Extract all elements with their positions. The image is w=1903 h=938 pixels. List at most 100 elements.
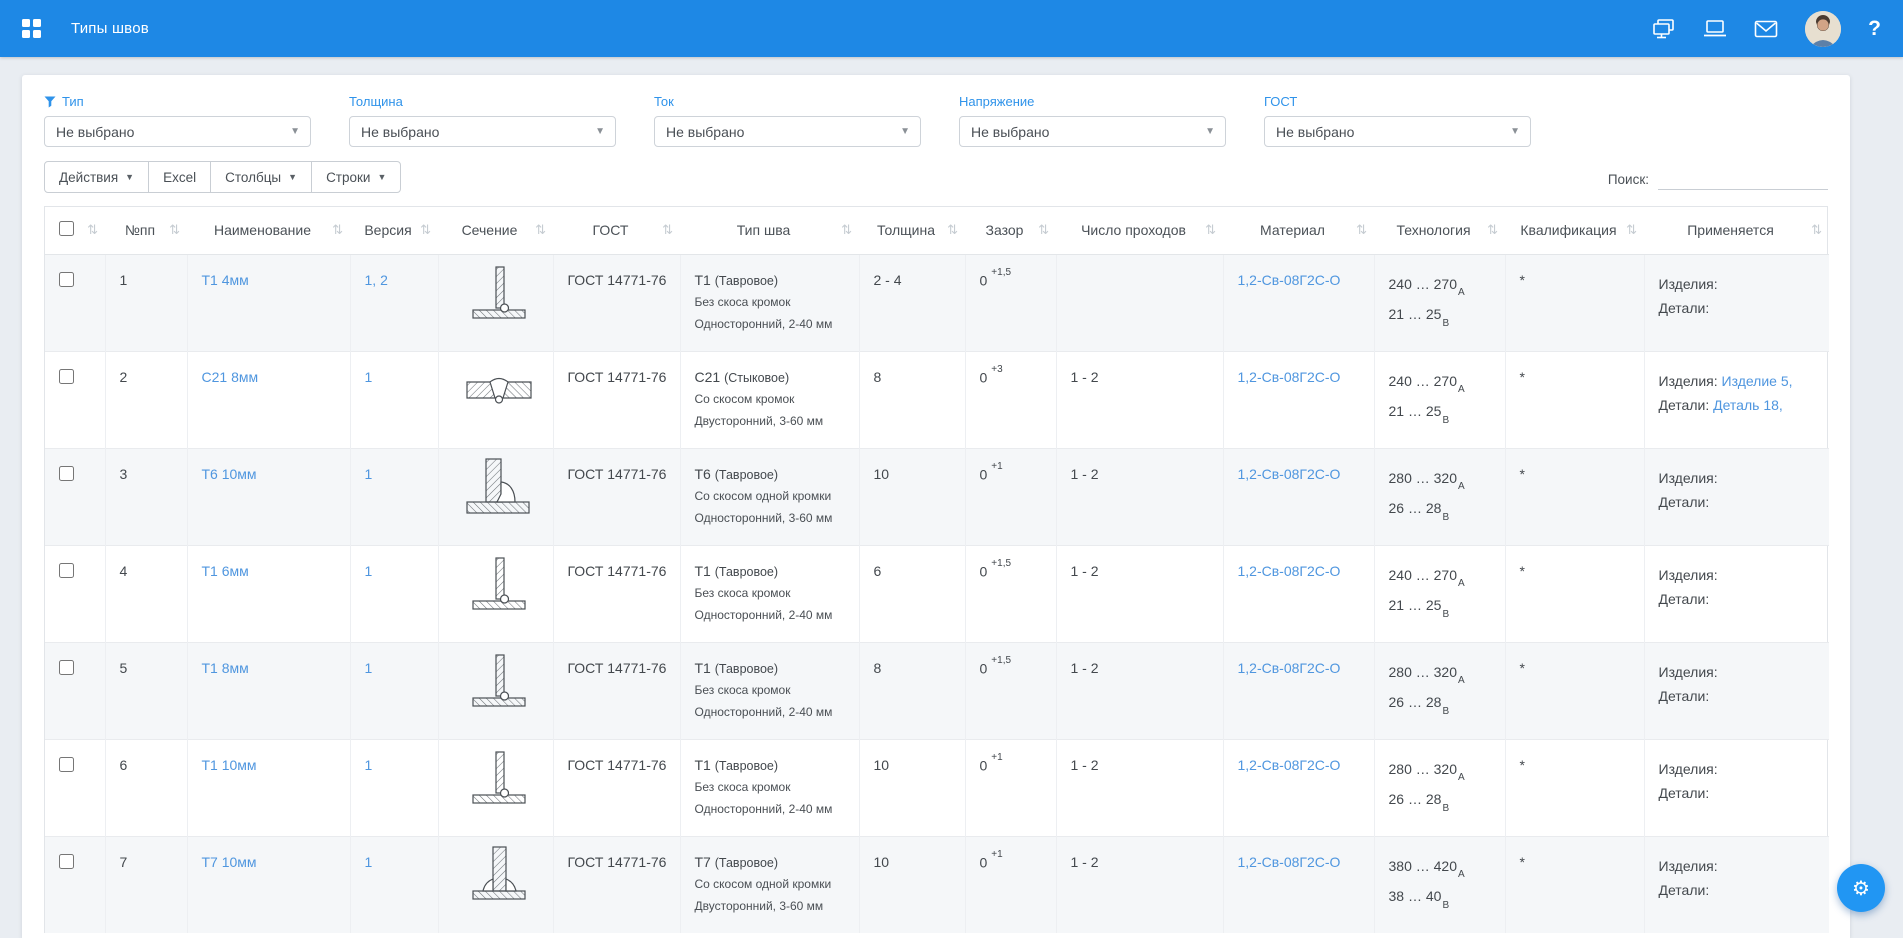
sort-icon[interactable]: ⇅ <box>332 222 343 238</box>
gap-value: 0 <box>980 466 988 482</box>
gap-value: 0 <box>980 757 988 773</box>
settings-fab-button[interactable]: ⚙ <box>1837 864 1885 912</box>
seam-name-link[interactable]: Т7 10мм <box>202 854 257 870</box>
row-checkbox[interactable] <box>59 757 74 772</box>
search-input[interactable] <box>1658 168 1828 190</box>
column-version[interactable]: Версия⇅ <box>350 207 438 254</box>
material-link[interactable]: 1,2-Св-08Г2С-О <box>1238 369 1341 385</box>
sort-icon[interactable]: ⇅ <box>1205 222 1216 238</box>
chevron-down-icon: ▼ <box>288 172 297 182</box>
column-passes[interactable]: Число проходов⇅ <box>1056 207 1223 254</box>
sort-icon[interactable]: ⇅ <box>841 222 852 238</box>
funnel-icon <box>44 96 56 108</box>
qualification-value: * <box>1505 545 1644 642</box>
current-unit: А <box>1458 481 1465 492</box>
column-weld-type[interactable]: Тип шва⇅ <box>680 207 859 254</box>
version-link[interactable]: 1 <box>365 466 373 482</box>
table-row: 4 Т1 6мм 1 ГОСТ 14771-76 Т1 (Тавровое) Б… <box>45 545 1829 642</box>
material-link[interactable]: 1,2-Св-08Г2С-О <box>1238 854 1341 870</box>
column-material[interactable]: Материал⇅ <box>1223 207 1374 254</box>
weld-kind: (Тавровое) <box>715 856 778 870</box>
version-link[interactable]: 1, 2 <box>365 272 388 288</box>
filter-current-select[interactable]: Не выбрано▼ <box>654 116 921 147</box>
sort-icon[interactable]: ⇅ <box>947 222 958 238</box>
seam-name-link[interactable]: Т1 10мм <box>202 757 257 773</box>
current-range: 280 … 320 <box>1389 470 1458 486</box>
material-link[interactable]: 1,2-Св-08Г2С-О <box>1238 757 1341 773</box>
version-link[interactable]: 1 <box>365 854 373 870</box>
sort-icon[interactable]: ⇅ <box>87 222 98 238</box>
version-link[interactable]: 1 <box>365 369 373 385</box>
sort-icon[interactable]: ⇅ <box>1487 222 1498 238</box>
column-technology[interactable]: Технология⇅ <box>1374 207 1505 254</box>
voltage-range: 21 … 25 <box>1389 306 1442 322</box>
apps-grid-icon[interactable] <box>22 19 41 38</box>
column-applies[interactable]: Применяется⇅ <box>1644 207 1829 254</box>
sort-icon[interactable]: ⇅ <box>420 222 431 238</box>
filter-thickness-select[interactable]: Не выбрано▼ <box>349 116 616 147</box>
gost-value: ГОСТ 14771-76 <box>553 448 680 545</box>
current-unit: А <box>1458 675 1465 686</box>
row-checkbox[interactable] <box>59 466 74 481</box>
sort-icon[interactable]: ⇅ <box>662 222 673 238</box>
filters-row: Тип Не выбрано▼ Толщина Не выбрано▼ Ток … <box>44 94 1828 147</box>
sort-icon[interactable]: ⇅ <box>169 222 180 238</box>
row-checkbox[interactable] <box>59 272 74 287</box>
weld-code: Т1 <box>695 660 711 676</box>
column-num[interactable]: №пп⇅ <box>105 207 187 254</box>
displays-icon[interactable] <box>1652 18 1676 40</box>
excel-button[interactable]: Excel <box>148 161 211 193</box>
columns-button[interactable]: Столбцы▼ <box>210 161 312 193</box>
actions-button[interactable]: Действия▼ <box>44 161 149 193</box>
qualification-value: * <box>1505 254 1644 351</box>
seam-name-link[interactable]: Т6 10мм <box>202 466 257 482</box>
sort-icon[interactable]: ⇅ <box>1626 222 1637 238</box>
version-link[interactable]: 1 <box>365 660 373 676</box>
gap-tolerance: +1 <box>991 461 1002 472</box>
seam-name-link[interactable]: С21 8мм <box>202 369 259 385</box>
column-qualification[interactable]: Квалификация⇅ <box>1505 207 1644 254</box>
version-link[interactable]: 1 <box>365 757 373 773</box>
version-link[interactable]: 1 <box>365 563 373 579</box>
column-name[interactable]: Наименование⇅ <box>187 207 350 254</box>
gear-icon: ⚙ <box>1852 876 1870 901</box>
column-gost[interactable]: ГОСТ⇅ <box>553 207 680 254</box>
material-link[interactable]: 1,2-Св-08Г2С-О <box>1238 563 1341 579</box>
user-avatar[interactable] <box>1805 11 1841 47</box>
laptop-icon[interactable] <box>1703 18 1727 40</box>
column-gap[interactable]: Зазор⇅ <box>965 207 1056 254</box>
row-checkbox[interactable] <box>59 563 74 578</box>
rows-button[interactable]: Строки▼ <box>311 161 401 193</box>
weld-sides: Односторонний, 2-40 мм <box>695 317 851 331</box>
sort-icon[interactable]: ⇅ <box>1811 222 1822 238</box>
select-all-checkbox[interactable] <box>59 221 74 236</box>
mail-icon[interactable] <box>1754 18 1778 40</box>
weld-kind: (Тавровое) <box>715 274 778 288</box>
sort-icon[interactable]: ⇅ <box>1038 222 1049 238</box>
filter-gost-select[interactable]: Не выбрано▼ <box>1264 116 1531 147</box>
seam-name-link[interactable]: Т1 4мм <box>202 272 249 288</box>
sort-icon[interactable]: ⇅ <box>1356 222 1367 238</box>
voltage-unit: В <box>1442 900 1449 911</box>
column-section[interactable]: Сечение⇅ <box>438 207 553 254</box>
row-checkbox[interactable] <box>59 854 74 869</box>
seam-name-link[interactable]: Т1 6мм <box>202 563 249 579</box>
seam-name-link[interactable]: Т1 8мм <box>202 660 249 676</box>
row-checkbox[interactable] <box>59 369 74 384</box>
detail-link[interactable]: Деталь 18, <box>1713 397 1783 413</box>
filter-label: Напряжение <box>959 94 1226 109</box>
column-thickness[interactable]: Толщина⇅ <box>859 207 965 254</box>
product-link[interactable]: Изделие 5, <box>1722 373 1793 389</box>
weld-sides: Двусторонний, 3-60 мм <box>695 899 851 913</box>
sort-icon[interactable]: ⇅ <box>535 222 546 238</box>
material-link[interactable]: 1,2-Св-08Г2С-О <box>1238 660 1341 676</box>
material-link[interactable]: 1,2-Св-08Г2С-О <box>1238 272 1341 288</box>
filter-voltage-select[interactable]: Не выбрано▼ <box>959 116 1226 147</box>
help-icon[interactable]: ? <box>1868 18 1881 39</box>
material-link[interactable]: 1,2-Св-08Г2С-О <box>1238 466 1341 482</box>
column-select-all[interactable]: ⇅ <box>45 207 105 254</box>
table-body: 1 Т1 4мм 1, 2 ГОСТ 14771-76 Т1 (Тавровое… <box>45 254 1829 933</box>
filter-type-select[interactable]: Не выбрано▼ <box>44 116 311 147</box>
row-checkbox[interactable] <box>59 660 74 675</box>
current-range: 240 … 270 <box>1389 567 1458 583</box>
